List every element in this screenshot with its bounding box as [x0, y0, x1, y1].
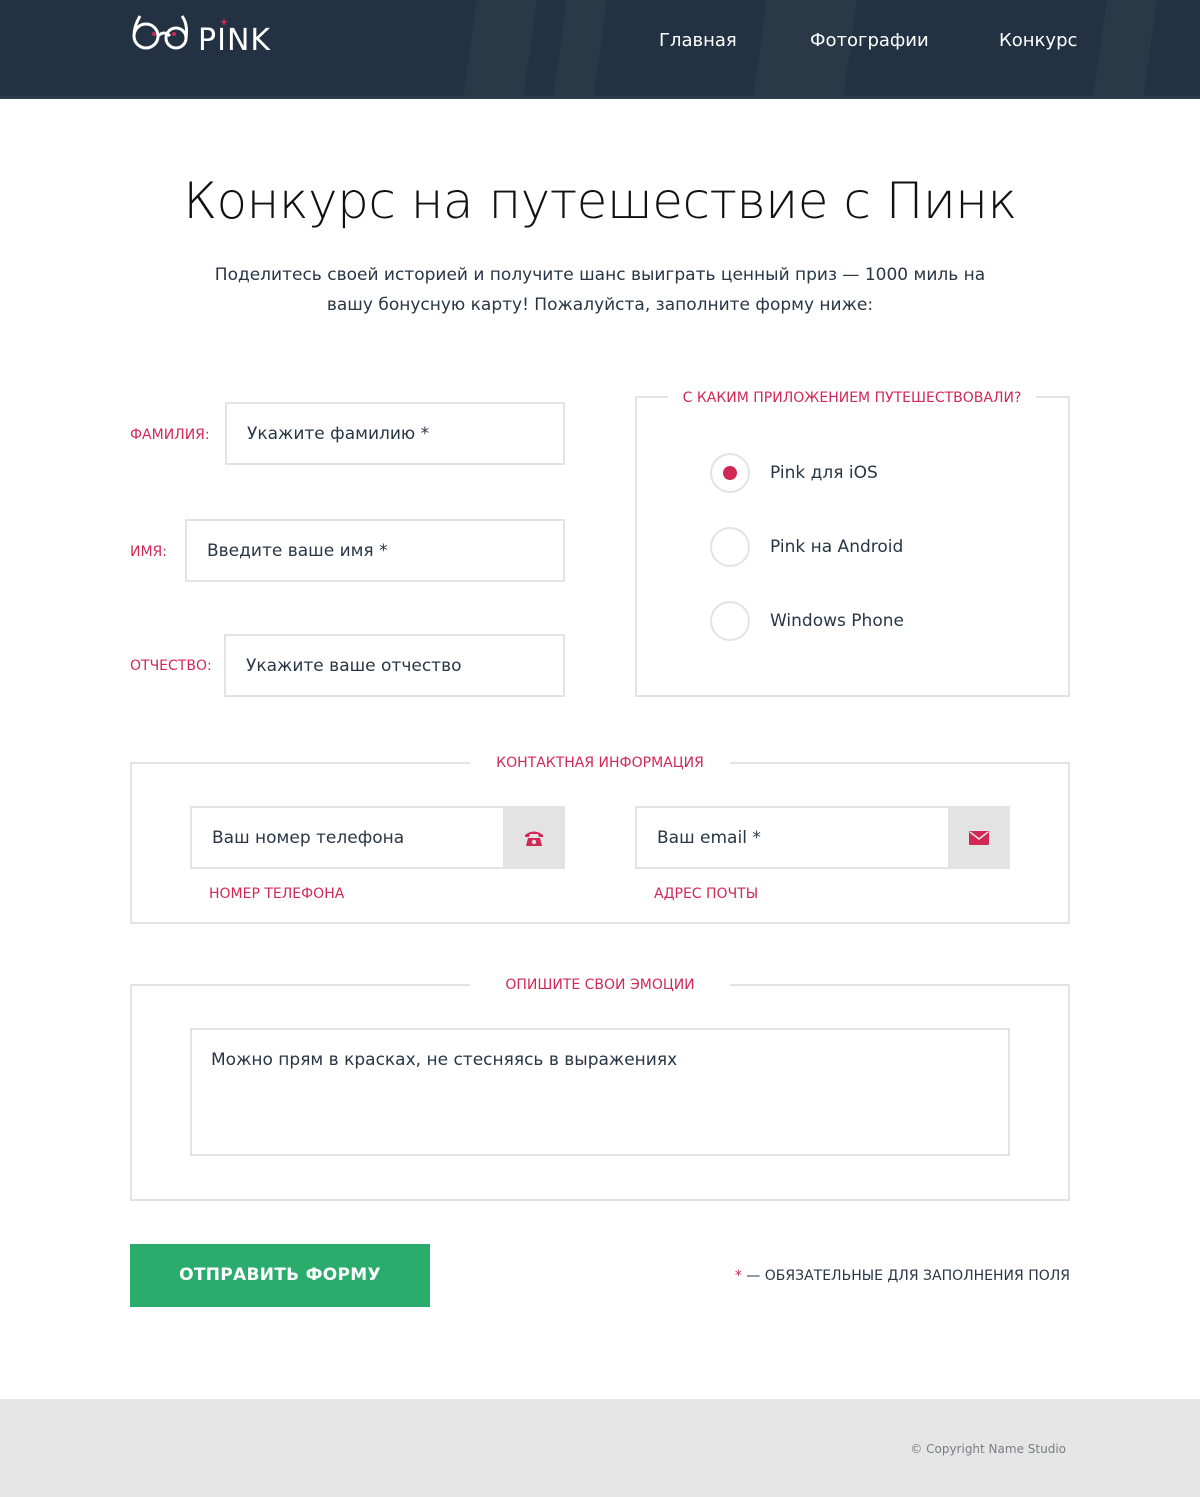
radio-ios[interactable] [710, 453, 750, 493]
mail-icon [969, 830, 989, 845]
nav-item-photos[interactable]: Фотографии [810, 29, 929, 53]
phone-icon [525, 831, 543, 846]
phone-label: Номер телефона [209, 886, 345, 902]
app-legend: С каким приложением путешествовали? [668, 389, 1036, 407]
header-bg-stripe [1093, 0, 1157, 99]
radio-android[interactable] [710, 527, 750, 567]
intro-text: Поделитесь своей историей и получите шан… [200, 260, 1000, 320]
header-bg-stripe [553, 0, 607, 99]
required-note-text: — обязательные для заполнения поля [741, 1268, 1070, 1284]
radio-windows-phone-label[interactable]: Windows Phone [770, 610, 904, 632]
surname-input[interactable]: Укажите фамилию * [225, 402, 565, 465]
nav-item-home[interactable]: Главная [659, 29, 737, 53]
radio-checked-dot [723, 466, 737, 480]
header-bg-stripe [463, 0, 537, 99]
radio-ios-label[interactable]: Pink для iOS [770, 462, 878, 484]
contacts-legend: Контактная информация [470, 754, 730, 772]
header-divider [0, 96, 1200, 99]
logo-text[interactable]: PINK [198, 24, 271, 58]
radio-windows-phone[interactable] [710, 601, 750, 641]
emotions-legend: Опишите свои эмоции [470, 976, 730, 994]
submit-button[interactable]: Отправить форму [130, 1244, 430, 1307]
patronymic-label: Отчество: [130, 658, 212, 674]
intro-text-line: Поделитесь своей историей и получите шан… [214, 265, 986, 285]
name-label: Имя: [130, 544, 167, 560]
email-addon [948, 806, 1010, 869]
email-input[interactable]: Ваш email * [635, 806, 949, 869]
copyright: © Copyright Name Studio [910, 1442, 1066, 1456]
name-input[interactable]: Введите ваше имя * [185, 519, 565, 582]
radio-android-label[interactable]: Pink на Android [770, 536, 903, 558]
nav-item-contest[interactable]: Конкурс [999, 29, 1077, 53]
phone-addon [503, 806, 565, 869]
required-star: * [734, 1268, 742, 1284]
intro-text-line: вашу бонусную карту! Пожалуйста, заполни… [326, 295, 874, 315]
email-label: Адрес почты [654, 886, 759, 902]
page-title: Конкурс на путешествие с Пинк [183, 172, 1017, 230]
surname-label: Фамилия: [130, 427, 210, 443]
emotions-textarea[interactable]: Можно прям в красках, не стесняясь в выр… [190, 1028, 1010, 1156]
required-note: * — обязательные для заполнения поля [600, 1267, 1070, 1285]
patronymic-input[interactable]: Укажите ваше отчество [224, 634, 565, 697]
phone-input[interactable]: Ваш номер телефона [190, 806, 504, 869]
